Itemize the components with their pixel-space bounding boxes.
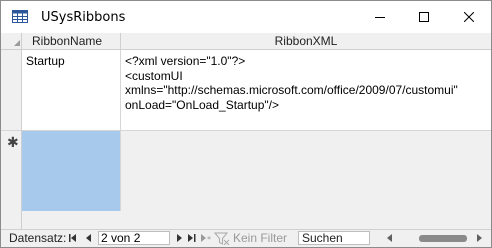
scrollbar-thumb[interactable] xyxy=(419,235,467,242)
svg-text:*: * xyxy=(207,235,211,242)
table-window: USysRibbons RibbonName RibbonXML Startup… xyxy=(0,0,492,248)
column-header-ribbonxml[interactable]: RibbonXML xyxy=(121,33,491,50)
empty-grid-area xyxy=(22,211,491,229)
record-navigation-bar: Datensatz: 2 von 2 * Kein Filter Suchen xyxy=(1,229,491,247)
horizontal-scrollbar[interactable] xyxy=(379,231,491,245)
datasheet-grid: RibbonName RibbonXML Startup <?xml versi… xyxy=(1,33,491,229)
search-input[interactable]: Suchen xyxy=(298,231,370,245)
window-title: USysRibbons xyxy=(41,10,126,25)
close-icon xyxy=(464,12,474,22)
xml-line: <?xml version="1.0"?> xyxy=(125,54,246,68)
next-record-icon xyxy=(177,234,182,242)
new-cell-ribbonxml[interactable] xyxy=(121,131,491,211)
current-record-field[interactable]: 2 von 2 xyxy=(98,231,170,245)
first-record-button[interactable] xyxy=(67,231,79,245)
scroll-right-icon[interactable] xyxy=(477,234,482,242)
select-all-corner[interactable] xyxy=(1,33,22,50)
new-record-selector[interactable]: ✱ xyxy=(1,131,22,229)
xml-line: xmlns="http://schemas.microsoft.com/offi… xyxy=(125,83,458,97)
cell-ribbonxml[interactable]: <?xml version="1.0"?> <customUI xmlns="h… xyxy=(121,50,491,131)
close-button[interactable] xyxy=(447,1,491,33)
scroll-left-icon[interactable] xyxy=(387,234,392,242)
record-label: Datensatz: xyxy=(9,231,67,245)
filter-label: Kein Filter xyxy=(233,231,288,245)
filter-icon xyxy=(214,232,230,245)
xml-line: <customUI xyxy=(125,68,183,83)
previous-record-icon xyxy=(86,234,91,242)
xml-line: onLoad="OnLoad_Startup"/> xyxy=(125,97,279,112)
new-record-marker: ✱ xyxy=(7,134,19,150)
maximize-icon xyxy=(419,12,429,22)
next-record-button[interactable] xyxy=(174,231,186,245)
title-bar[interactable]: USysRibbons xyxy=(1,1,491,33)
new-cell-ribbonname[interactable] xyxy=(22,131,121,211)
last-record-icon xyxy=(188,234,196,242)
previous-record-button[interactable] xyxy=(83,231,95,245)
last-record-button[interactable] xyxy=(186,231,198,245)
minimize-icon xyxy=(375,17,385,18)
filter-toggle[interactable]: Kein Filter xyxy=(214,231,287,245)
new-record-button[interactable]: * xyxy=(200,231,212,245)
maximize-button[interactable] xyxy=(402,1,446,33)
record-selector[interactable] xyxy=(1,50,22,131)
corner-triangle-icon xyxy=(14,40,20,46)
cell-ribbonname[interactable]: Startup xyxy=(22,50,121,131)
first-record-icon xyxy=(69,234,76,242)
new-record-icon: * xyxy=(200,234,211,242)
table-icon xyxy=(12,10,28,23)
column-header-ribbonname[interactable]: RibbonName xyxy=(22,33,121,50)
minimize-button[interactable] xyxy=(358,1,402,33)
